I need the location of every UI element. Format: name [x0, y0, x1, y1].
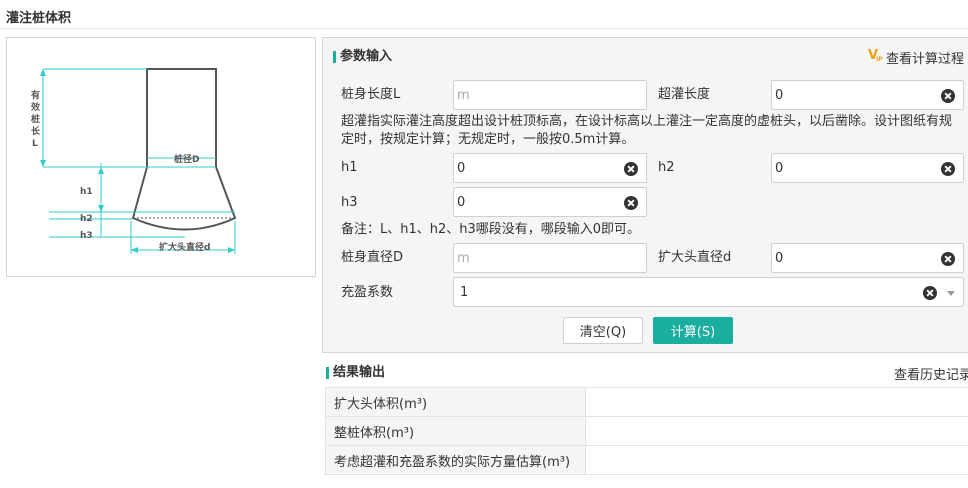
- diagram-label-bell-diameter: 扩大头直径d: [159, 241, 210, 253]
- pile-length-input[interactable]: [454, 81, 646, 109]
- over-pour-note-1: 超灌指实际灌注高度超出设计桩顶标高，在设计标高以上灌注一定高度的虚桩头，以后凿除…: [341, 114, 953, 129]
- table-row: 扩大头体积(m³): [325, 387, 968, 417]
- filling-coefficient-value: 1: [460, 285, 469, 300]
- h2-label: h2: [658, 160, 675, 175]
- vip-icon: [868, 48, 883, 64]
- clear-icon[interactable]: [941, 252, 955, 266]
- diagram-label-l-3: 桩: [31, 113, 40, 125]
- dimension-arrows: [40, 69, 235, 253]
- param-input-panel: 参数输入 查看计算过程 桩身长度L 超灌长度 超灌指实际灌注高度超出设计桩顶标高…: [322, 37, 968, 353]
- result-label-bell-volume: 扩大头体积(m³): [325, 387, 586, 417]
- result-value-actual-volume: [585, 445, 968, 475]
- view-calc-process-label: 查看计算过程: [885, 52, 964, 67]
- h3-label: h3: [341, 195, 358, 210]
- clear-icon[interactable]: [923, 286, 937, 300]
- bell-diameter-input[interactable]: [772, 244, 963, 272]
- over-pour-length-field: [771, 80, 964, 110]
- title-divider: [0, 28, 968, 29]
- result-label-actual-volume: 考虑超灌和充盈系数的实际方量估算(m³): [325, 445, 586, 475]
- pile-outline: [131, 68, 237, 231]
- result-table: 扩大头体积(m³) 整桩体积(m³) 考虑超灌和充盈系数的实际方量估算(m³): [325, 387, 968, 475]
- filling-coefficient-select[interactable]: 1: [453, 277, 964, 307]
- result-value-pile-volume: [585, 416, 968, 446]
- param-section-title: 参数输入: [333, 49, 392, 65]
- diagram-label-h1: h1: [80, 187, 93, 197]
- h3-field: [453, 187, 647, 217]
- h1-label: h1: [341, 160, 358, 175]
- h3-input[interactable]: [454, 188, 646, 216]
- view-history-link[interactable]: 查看历史记录: [894, 364, 968, 383]
- pile-length-label: 桩身长度L: [341, 87, 401, 102]
- chevron-down-icon[interactable]: [947, 291, 955, 296]
- h1-input[interactable]: [454, 154, 646, 182]
- dimension-lines: [42, 68, 236, 254]
- pile-diameter-label: 桩身直径D: [341, 250, 404, 265]
- diagram-label-l-5: L: [32, 139, 38, 149]
- diagram-label-h2: h2: [80, 214, 93, 224]
- over-pour-note-2: 定时，按规定计算；无规定时，一般按0.5m计算。: [341, 132, 635, 147]
- clear-icon[interactable]: [941, 89, 955, 103]
- pile-diagram-svg: 有 效 桩 长 L 桩径D h1 h2 h3 扩大头直径d: [31, 68, 237, 254]
- filling-coefficient-label: 充盈系数: [341, 285, 394, 300]
- result-label-pile-volume: 整桩体积(m³): [325, 416, 586, 446]
- clear-icon[interactable]: [624, 162, 638, 176]
- diagram-label-l-2: 效: [31, 101, 41, 113]
- clear-icon[interactable]: [624, 196, 638, 210]
- diagram-label-h3: h3: [80, 231, 93, 241]
- table-row: 考虑超灌和充盈系数的实际方量估算(m³): [325, 445, 968, 475]
- pile-length-field: [453, 80, 647, 110]
- clear-button[interactable]: 清空(Q): [563, 317, 643, 344]
- h1-field: [453, 153, 647, 183]
- calculate-button[interactable]: 计算(S): [653, 317, 733, 344]
- diagram-label-pile-diameter: 桩径D: [174, 153, 199, 165]
- clear-icon[interactable]: [941, 162, 955, 176]
- table-row: 整桩体积(m³): [325, 416, 968, 446]
- remark-note: 备注：L、h1、h2、h3哪段没有，哪段输入0即可。: [341, 222, 641, 237]
- diagram-label-l-1: 有: [31, 89, 40, 101]
- pile-diameter-field: [453, 243, 647, 273]
- over-pour-length-label: 超灌长度: [658, 87, 711, 102]
- result-section-title: 结果输出: [326, 365, 385, 381]
- diagram-label-l-4: 长: [31, 125, 41, 137]
- page-title: 灌注桩体积: [6, 11, 72, 26]
- view-calc-process-link[interactable]: 查看计算过程: [868, 48, 964, 67]
- h2-input[interactable]: [772, 154, 963, 182]
- result-value-bell-volume: [585, 387, 968, 417]
- h2-field: [771, 153, 964, 183]
- bell-diameter-field: [771, 243, 964, 273]
- pile-diagram: 有 效 桩 长 L 桩径D h1 h2 h3 扩大头直径d: [6, 37, 316, 277]
- bell-diameter-label: 扩大头直径d: [658, 250, 732, 265]
- pile-diameter-input[interactable]: [454, 244, 646, 272]
- over-pour-length-input[interactable]: [772, 81, 963, 109]
